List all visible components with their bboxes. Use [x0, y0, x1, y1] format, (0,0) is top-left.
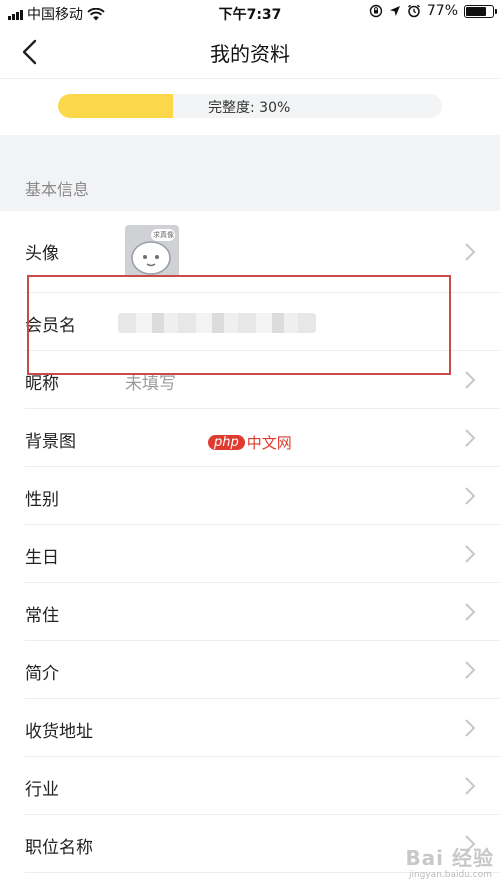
battery-percent: 77% — [426, 3, 458, 19]
page-title: 我的资料 — [210, 42, 290, 66]
watermark-pill: php — [208, 435, 245, 450]
chevron-right-icon — [465, 661, 476, 679]
baidu-watermark-url: jingyan.baidu.com — [408, 870, 492, 880]
row-address[interactable]: 收货地址 — [0, 699, 500, 757]
battery-icon — [464, 4, 497, 18]
chevron-right-icon — [465, 371, 476, 389]
row-birthday[interactable]: 生日 — [0, 525, 500, 583]
chevron-right-icon — [465, 487, 476, 505]
battery-level — [466, 6, 486, 16]
avatar-badge: 求真像 — [153, 231, 174, 239]
completeness-label: 完整度: 30% — [208, 100, 291, 116]
row-label: 头像 — [25, 244, 59, 264]
row-label: 性别 — [25, 490, 59, 510]
row-label: 常住 — [25, 606, 59, 626]
baidu-watermark: Bai 经验 — [405, 846, 494, 870]
alarm-icon — [407, 4, 420, 18]
avatar[interactable]: 求真像 — [125, 225, 179, 277]
php-watermark: php 中文网 — [208, 432, 292, 453]
highlight-box — [27, 275, 451, 375]
location-icon — [389, 6, 400, 16]
row-label: 简介 — [25, 664, 59, 684]
navbar: 我的资料 — [0, 26, 500, 79]
watermark-text: 中文网 — [246, 434, 292, 452]
row-label: 行业 — [25, 780, 59, 800]
row-label: 收货地址 — [25, 722, 93, 742]
row-industry[interactable]: 行业 — [0, 757, 500, 815]
rotation-lock-icon — [369, 4, 383, 18]
row-residence[interactable]: 常住 — [0, 583, 500, 641]
status-right: 77% — [369, 3, 497, 19]
chevron-right-icon — [465, 603, 476, 621]
chevron-right-icon — [465, 243, 476, 261]
row-label: 生日 — [25, 548, 59, 568]
section-title: 基本信息 — [25, 180, 90, 199]
completeness-fill — [58, 94, 174, 118]
chevron-right-icon — [465, 719, 476, 737]
chevron-right-icon — [465, 429, 476, 447]
row-label: 背景图 — [25, 432, 76, 452]
status-bar: 中国移动 下午7:37 77% — [0, 0, 500, 26]
chevron-right-icon — [465, 777, 476, 795]
row-gender[interactable]: 性别 — [0, 467, 500, 525]
chevron-right-icon — [465, 545, 476, 563]
row-label: 职位名称 — [25, 838, 93, 858]
completeness-card: 完整度: 30% — [0, 79, 500, 135]
row-bio[interactable]: 简介 — [0, 641, 500, 699]
